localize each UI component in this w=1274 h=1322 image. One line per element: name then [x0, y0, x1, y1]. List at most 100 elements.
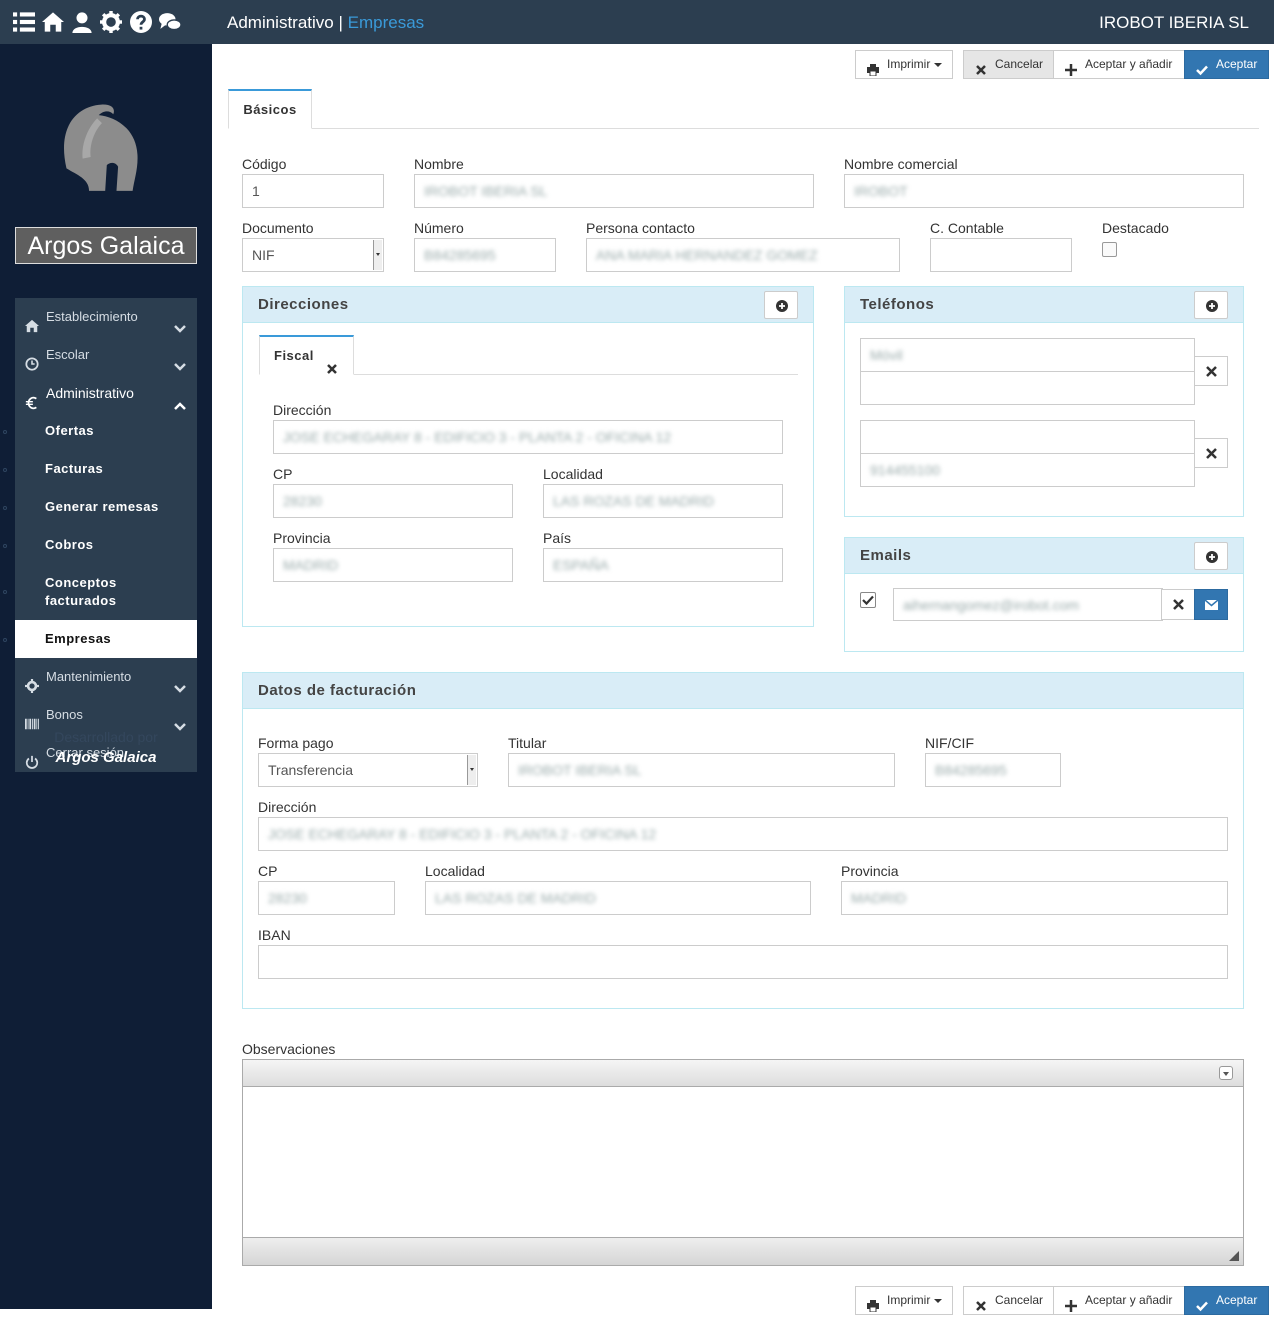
telefono-2-number-input[interactable]	[860, 420, 1195, 454]
dir-cp-input[interactable]: 28230	[273, 484, 513, 518]
email-1-checkbox[interactable]	[860, 592, 876, 608]
developer-name[interactable]: Argos Galaica	[15, 749, 197, 766]
close-icon	[1173, 599, 1184, 610]
submenu-item-facturas[interactable]: Facturas	[3, 450, 197, 488]
breadcrumb-current[interactable]: Empresas	[348, 13, 425, 32]
chat-icon[interactable]	[159, 11, 182, 33]
cancel-button-bottom[interactable]: Cancelar	[963, 1286, 1054, 1315]
close-icon	[975, 59, 987, 75]
fac-localidad-value: LAS ROZAS DE MADRID	[435, 890, 597, 906]
emails-title-text: Emails	[860, 547, 912, 564]
telefono-1-number-input[interactable]: Móvil	[860, 338, 1195, 372]
resize-grip-icon[interactable]	[1229, 1251, 1239, 1261]
c-contable-input[interactable]	[930, 238, 1072, 272]
destacado-checkbox[interactable]	[1102, 242, 1117, 257]
submenu-label: Cobros	[45, 537, 94, 552]
add-email-button[interactable]	[1194, 542, 1228, 570]
dir-localidad-input[interactable]: LAS ROZAS DE MADRID	[543, 484, 783, 518]
user-icon[interactable]	[71, 11, 93, 33]
chevron-down-icon	[174, 671, 186, 693]
destacado-label: Destacado	[1102, 220, 1169, 236]
sidebar-item-mantenimiento[interactable]: Mantenimiento	[15, 658, 197, 696]
print-label: Imprimir	[887, 57, 931, 71]
dir-provincia-input[interactable]: MADRID	[273, 548, 513, 582]
submenu-label: Empresas	[45, 631, 112, 646]
check-icon	[1196, 59, 1208, 76]
question-icon[interactable]	[130, 11, 152, 33]
dir-direccion-input[interactable]: JOSE ECHEGARAY 8 - EDIFICIO 3 - PLANTA 2…	[273, 420, 783, 454]
submenu-item-generar-remesas[interactable]: Generar remesas	[3, 488, 197, 526]
fac-direccion-input[interactable]: JOSE ECHEGARAY 8 - EDIFICIO 3 - PLANTA 2…	[258, 817, 1228, 851]
codigo-input[interactable]: 1	[242, 174, 384, 208]
sidebar-item-administrativo[interactable]: Administrativo	[15, 374, 197, 412]
add-direccion-button[interactable]	[764, 291, 798, 319]
cancel-button[interactable]: Cancelar	[963, 50, 1054, 79]
accept-add-button-bottom[interactable]: Aceptar y añadir	[1053, 1286, 1185, 1315]
sidebar: Argos Galaica Establecimiento Escolar Ad…	[0, 44, 212, 1309]
accept-button[interactable]: Aceptar	[1184, 50, 1269, 79]
submenu-item-cobros[interactable]: Cobros	[3, 526, 197, 564]
top-bar: Administrativo | Empresas IROBOT IBERIA …	[0, 0, 1274, 44]
remove-email-1-button[interactable]	[1161, 589, 1195, 620]
telefono-1-description-input[interactable]	[860, 371, 1195, 405]
tab-basicos[interactable]: Básicos	[228, 89, 312, 129]
print-button[interactable]: Imprimir	[855, 50, 953, 79]
gear-icon[interactable]	[100, 11, 122, 33]
remove-telefono-2-button[interactable]	[1194, 438, 1228, 468]
persona-contacto-value: ANA MARIA HERNANDEZ GOMEZ	[596, 247, 818, 263]
accept-add-label: Aceptar y añadir	[1085, 57, 1173, 71]
close-icon	[975, 1295, 987, 1311]
chevron-down-icon	[174, 349, 186, 371]
numero-input[interactable]: B84285695	[414, 238, 556, 272]
print-label: Imprimir	[887, 1293, 931, 1307]
c-contable-label: C. Contable	[930, 220, 1004, 236]
logo-text: Argos Galaica	[15, 227, 197, 264]
send-email-button[interactable]	[1194, 589, 1228, 620]
submenu-item-empresas[interactable]: Empresas	[3, 620, 197, 658]
close-icon[interactable]	[327, 351, 337, 374]
submenu-item-conceptos-facturados[interactable]: Conceptos facturados	[3, 564, 197, 620]
tab-fiscal[interactable]: Fiscal	[259, 335, 354, 375]
chevron-down-icon	[174, 709, 186, 731]
breadcrumb-section[interactable]: Administrativo	[227, 13, 334, 32]
dir-pais-input[interactable]: ESPAÑA	[543, 548, 783, 582]
accept-label: Aceptar	[1216, 57, 1258, 71]
close-icon	[1206, 366, 1217, 377]
observaciones-textarea[interactable]	[243, 1087, 1243, 1237]
print-button-bottom[interactable]: Imprimir	[855, 1286, 953, 1315]
fac-localidad-label: Localidad	[425, 863, 485, 879]
telefono-2-description-input[interactable]: 914455100	[860, 453, 1195, 487]
documento-select[interactable]: NIF	[242, 238, 384, 272]
submenu-item-ofertas[interactable]: Ofertas	[3, 412, 197, 450]
editor-toolbar-toggle[interactable]	[1219, 1066, 1233, 1080]
cancel-label: Cancelar	[995, 1293, 1044, 1307]
sidebar-item-establecimiento[interactable]: Establecimiento	[15, 298, 197, 336]
persona-contacto-input[interactable]: ANA MARIA HERNANDEZ GOMEZ	[586, 238, 900, 272]
nombre-value: IROBOT IBERIA SL	[424, 183, 548, 199]
remove-telefono-1-button[interactable]	[1194, 356, 1228, 386]
email-1-input[interactable]: aihernangomez@irobot.com	[893, 588, 1163, 621]
home-icon[interactable]	[42, 11, 64, 33]
iban-input[interactable]	[258, 945, 1228, 979]
forma-pago-select[interactable]: Transferencia	[258, 753, 478, 787]
titular-input[interactable]: IROBOT IBERIA SL	[508, 753, 895, 787]
accept-button-bottom[interactable]: Aceptar	[1184, 1286, 1269, 1315]
add-telefono-button[interactable]	[1194, 291, 1228, 319]
plus-icon	[1065, 1295, 1077, 1312]
fac-localidad-input[interactable]: LAS ROZAS DE MADRID	[425, 881, 811, 915]
fac-provincia-input[interactable]: MADRID	[841, 881, 1228, 915]
dir-cp-value: 28230	[283, 493, 322, 509]
fac-cp-input[interactable]: 28230	[258, 881, 395, 915]
list-icon[interactable]	[13, 11, 35, 33]
developed-by-label: Desarrollado por	[54, 729, 158, 745]
check-icon	[1196, 1295, 1208, 1312]
accept-add-button[interactable]: Aceptar y añadir	[1053, 50, 1185, 79]
emails-title: Emails	[845, 538, 1243, 574]
titular-label: Titular	[508, 735, 547, 751]
nombre-comercial-input[interactable]: IROBOT	[844, 174, 1244, 208]
sidebar-item-escolar[interactable]: Escolar	[15, 336, 197, 374]
gear-icon	[25, 670, 39, 693]
observaciones-editor[interactable]	[242, 1059, 1244, 1266]
nombre-input[interactable]: IROBOT IBERIA SL	[414, 174, 814, 208]
nif-input[interactable]: B84285695	[925, 753, 1061, 787]
